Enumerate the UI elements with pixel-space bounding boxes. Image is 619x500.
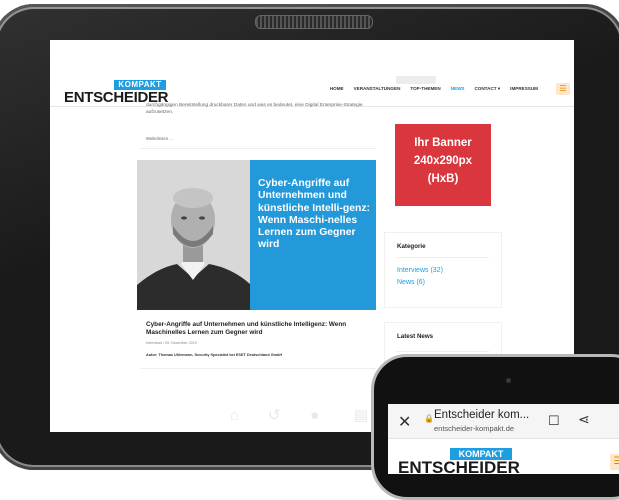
article-meta: Interviews / 05. November 2019 — [146, 341, 197, 345]
author-portrait-image[interactable] — [137, 160, 250, 310]
portrait-photo-icon — [137, 160, 250, 310]
banner-line-2: 240x290px — [413, 155, 473, 167]
divider — [140, 148, 376, 149]
bookmark-icon[interactable]: ☐ — [548, 413, 560, 429]
article-author: Autor: Thomas Uhlemann, Security Special… — [146, 353, 283, 357]
read-more-link[interactable]: Weiterlesen ... — [146, 136, 173, 141]
phone-camera-icon — [506, 378, 511, 383]
nav-top-themen[interactable]: TOP-THEMEN — [410, 86, 440, 92]
share-icon[interactable]: ⋖ — [578, 411, 590, 428]
kategorie-link-interviews[interactable]: Interviews (32) — [397, 267, 443, 274]
browser-url[interactable]: entscheider-kompakt.de — [434, 424, 514, 433]
menu-list-icon[interactable]: ▤ — [354, 408, 368, 423]
teaser-headline: Cyber-Angriffe auf Unternehmen und künst… — [258, 178, 370, 251]
tablet-speaker-grille — [255, 15, 373, 29]
home-icon[interactable]: ⌂ — [230, 408, 239, 423]
browser-toolbar: ✕ 🔒 Entscheider kom... entscheider-kompa… — [388, 404, 619, 439]
browser-page-title: Entscheider kom... — [434, 409, 530, 421]
ad-banner[interactable]: Ihr Banner 240x290px (HxB) — [395, 124, 491, 206]
nav-veranstaltungen[interactable]: VERANSTALTUNGEN — [354, 86, 401, 92]
circle-icon[interactable]: ● — [310, 408, 319, 423]
main-nav: HOME VERANSTALTUNGEN TOP-THEMEN NEWS CON… — [330, 86, 538, 92]
kategorie-heading: Kategorie — [397, 243, 426, 250]
phone-screen: ✕ 🔒 Entscheider kom... entscheider-kompa… — [388, 404, 619, 474]
banner-line-3: (HxB) — [427, 173, 459, 185]
phone-hamburger-icon[interactable]: ☰ — [610, 454, 619, 470]
hamburger-icon[interactable]: ☰ — [556, 83, 570, 95]
close-icon[interactable]: ✕ — [398, 412, 411, 432]
kategorie-link-news[interactable]: News (6) — [397, 279, 425, 286]
nav-impressum[interactable]: IMPRESSUM — [510, 86, 538, 92]
sidebar-faint-element — [396, 76, 436, 84]
latest-news-heading: Latest News — [397, 333, 434, 340]
nav-home[interactable]: HOME — [330, 86, 344, 92]
divider — [397, 351, 489, 352]
banner-line-1: Ihr Banner — [414, 137, 472, 149]
divider — [397, 257, 489, 258]
article-title[interactable]: Cyber-Angriffe auf Unternehmen und künst… — [146, 321, 374, 337]
prev-article-excerpt: durchgängigen Bereitstellung druckbarer … — [146, 103, 363, 115]
back-rotate-icon[interactable]: ↺ — [268, 408, 281, 423]
article-teaser-panel[interactable]: Cyber-Angriffe auf Unternehmen und künst… — [250, 160, 376, 310]
lock-icon: 🔒 — [424, 414, 434, 423]
nav-contact[interactable]: CONTACT ▾ — [474, 86, 500, 92]
nav-news[interactable]: NEWS — [451, 86, 465, 92]
more-options-icon[interactable]: ⋮ — [614, 411, 619, 428]
divider — [140, 368, 376, 369]
kategorie-widget: Kategorie Interviews (32) News (6) — [384, 232, 502, 308]
